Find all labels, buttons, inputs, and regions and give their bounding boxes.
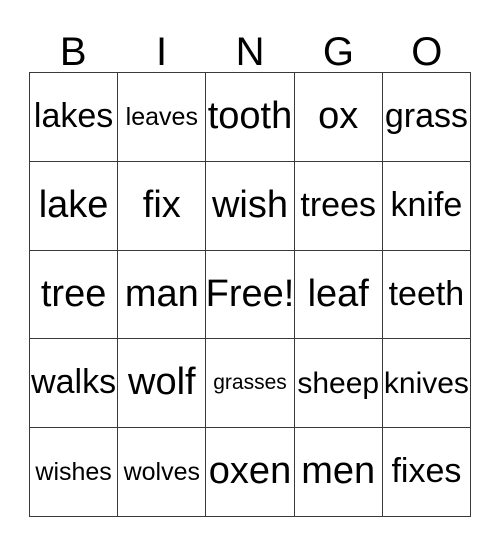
bingo-cell-label: wolves (123, 457, 201, 486)
bingo-cell[interactable]: wish (206, 161, 295, 251)
bingo-cell-label: Free! (206, 272, 295, 315)
bingo-cell[interactable]: ox (294, 73, 383, 162)
bingo-cell-free-space[interactable]: Free! (206, 250, 295, 340)
bingo-cell[interactable]: fix (118, 161, 207, 251)
bingo-cell-label: knife (390, 185, 463, 224)
bingo-cell[interactable]: tooth (206, 73, 295, 162)
bingo-cell-label: oxen (208, 450, 292, 493)
bingo-cell-label: wolf (128, 361, 196, 404)
bingo-cell[interactable]: leaf (294, 250, 383, 340)
bingo-cell[interactable]: trees (294, 161, 383, 251)
bingo-cell[interactable]: lakes (30, 73, 119, 162)
bingo-cell[interactable]: tree (30, 250, 119, 340)
bingo-cell[interactable]: knife (382, 161, 472, 251)
bingo-cell-label: fixes (391, 452, 462, 491)
bingo-header-row: B I N G O (29, 28, 471, 72)
bingo-row: walks wolf grasses sheep knives (30, 339, 472, 429)
bingo-row: lakes leaves tooth ox grass (30, 73, 472, 162)
bingo-header-letter-g: G (322, 30, 354, 74)
bingo-cell-label: teeth (388, 274, 465, 313)
bingo-cell-label: grass (384, 97, 468, 136)
bingo-cell[interactable]: walks (30, 339, 119, 429)
bingo-header-letter-b: B (59, 30, 87, 74)
bingo-cell-label: tooth (207, 94, 293, 137)
bingo-cell-label: lakes (33, 97, 114, 136)
bingo-cell-label: wishes (35, 457, 112, 486)
bingo-cell-label: man (124, 272, 199, 315)
bingo-cell[interactable]: wishes (30, 428, 119, 517)
bingo-cell[interactable]: grass (382, 73, 472, 162)
bingo-cell[interactable]: sheep (294, 339, 383, 429)
bingo-cell-label: knives (383, 366, 469, 400)
bingo-header-letter-n: N (235, 30, 265, 74)
bingo-cell-label: men (301, 450, 376, 493)
bingo-cell[interactable]: man (118, 250, 207, 340)
bingo-row: lake fix wish trees knife (30, 161, 472, 251)
bingo-cell[interactable]: wolf (118, 339, 207, 429)
bingo-row: wishes wolves oxen men fixes (30, 428, 472, 517)
bingo-cell[interactable]: teeth (382, 250, 472, 340)
bingo-cell[interactable]: grasses (206, 339, 295, 429)
bingo-cell-label: tree (40, 272, 107, 315)
bingo-cell-label: ox (318, 94, 359, 137)
bingo-cell-label: trees (300, 185, 376, 224)
bingo-cell-label: grasses (213, 371, 287, 395)
bingo-cell-label: sheep (297, 366, 380, 400)
bingo-cell[interactable]: oxen (206, 428, 295, 517)
bingo-cell[interactable]: men (294, 428, 383, 517)
bingo-cell-label: leaf (307, 272, 369, 315)
bingo-header-letter-i: I (156, 30, 168, 74)
bingo-cell-label: lake (38, 183, 109, 226)
bingo-cell-label: fix (142, 183, 181, 226)
bingo-header-letter-o: O (411, 30, 443, 74)
bingo-cell[interactable]: fixes (382, 428, 472, 517)
bingo-cell[interactable]: knives (382, 339, 472, 429)
bingo-cell[interactable]: leaves (118, 73, 207, 162)
bingo-cell[interactable]: lake (30, 161, 119, 251)
bingo-cell-label: walks (31, 363, 117, 402)
bingo-cell[interactable]: wolves (118, 428, 207, 517)
bingo-grid: lakes leaves tooth ox grass lake fix wis… (29, 72, 472, 517)
bingo-row: tree man Free! leaf teeth (30, 250, 472, 340)
bingo-card: B I N G O lakes leaves tooth ox grass la… (29, 28, 472, 517)
bingo-cell-label: wish (211, 183, 289, 226)
bingo-cell-label: leaves (125, 102, 198, 131)
